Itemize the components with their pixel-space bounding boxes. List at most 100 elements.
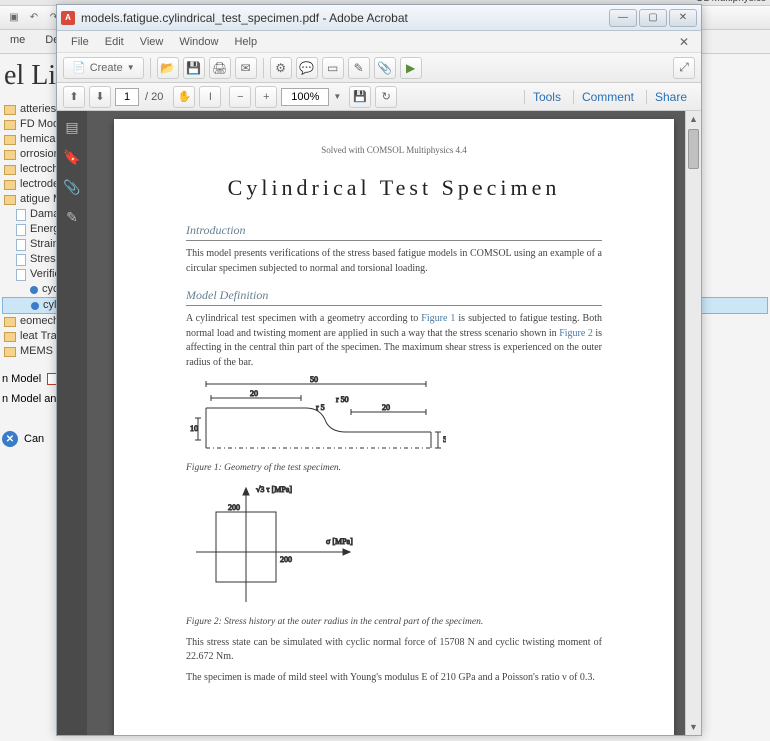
figure2-caption: Figure 2: Stress history at the outer ra… bbox=[186, 616, 602, 630]
menu-window[interactable]: Window bbox=[171, 34, 226, 50]
svg-text:20: 20 bbox=[250, 389, 258, 398]
attach-icon[interactable]: 📎 bbox=[374, 57, 396, 79]
doc-icon bbox=[16, 209, 26, 221]
figure1-caption: Figure 1: Geometry of the test specimen. bbox=[186, 462, 602, 476]
svg-text:10: 10 bbox=[190, 424, 198, 433]
stamp-icon[interactable]: ▭ bbox=[322, 57, 344, 79]
comment-icon[interactable]: 💬 bbox=[296, 57, 318, 79]
text: A cylindrical test specimen with a geome… bbox=[186, 313, 421, 324]
dropdown-icon: ▼ bbox=[127, 63, 135, 72]
folder-icon bbox=[4, 180, 16, 190]
doc-header-note: Solved with COMSOL Multiphysics 4.4 bbox=[186, 145, 602, 155]
folder-icon bbox=[4, 120, 16, 130]
create-pdf-icon: 📄 bbox=[72, 61, 86, 74]
signatures-icon[interactable]: ✎ bbox=[62, 207, 82, 227]
separator bbox=[150, 58, 151, 78]
thumbnails-icon[interactable]: ▤ bbox=[62, 117, 82, 137]
zoom-dropdown-icon[interactable]: ▼ bbox=[333, 92, 341, 101]
scroll-down-icon[interactable]: ▼ bbox=[686, 719, 701, 735]
folder-icon bbox=[4, 150, 16, 160]
maximize-button[interactable]: ▢ bbox=[639, 9, 667, 27]
acrobat-titlebar: A models.fatigue.cylindrical_test_specim… bbox=[57, 5, 701, 31]
tools-panel-button[interactable]: Tools bbox=[524, 90, 569, 104]
create-button[interactable]: 📄 Create ▼ bbox=[63, 57, 144, 79]
figure1-link[interactable]: Figure 1 bbox=[421, 313, 455, 324]
hand-tool-icon[interactable]: ✋ bbox=[173, 86, 195, 108]
folder-icon bbox=[4, 317, 16, 327]
folder-icon bbox=[4, 347, 16, 357]
page-number-input[interactable] bbox=[115, 88, 139, 106]
select-tool-icon[interactable]: I bbox=[199, 86, 221, 108]
gear-icon[interactable]: ⚙ bbox=[270, 57, 292, 79]
folder-icon bbox=[4, 195, 16, 205]
svg-text:r 50: r 50 bbox=[336, 395, 349, 404]
zoom-out-icon[interactable]: − bbox=[229, 86, 251, 108]
figure2-stress-diagram: √3 τ [MPa] σ [MPa] 200 200 bbox=[186, 482, 386, 612]
cancel-label: Can bbox=[24, 433, 44, 445]
acrobat-menubar: File Edit View Window Help ✕ bbox=[57, 31, 701, 53]
zoom-input[interactable] bbox=[281, 88, 329, 106]
doc-icon bbox=[16, 254, 26, 266]
attachments-icon[interactable]: 📎 bbox=[62, 177, 82, 197]
paragraph-definition: A cylindrical test specimen with a geome… bbox=[186, 312, 602, 370]
folder-icon bbox=[4, 135, 16, 145]
pdf-page: Solved with COMSOL Multiphysics 4.4 Cyli… bbox=[114, 119, 674, 735]
scrollbar-thumb[interactable] bbox=[688, 129, 699, 169]
figure1-geometry-diagram: 50 20 20 r 5 r 50 10 bbox=[186, 376, 446, 458]
document-close-icon[interactable]: ✕ bbox=[673, 35, 695, 49]
scroll-up-icon[interactable]: ▲ bbox=[686, 111, 701, 127]
comment-panel-button[interactable]: Comment bbox=[573, 90, 642, 104]
folder-icon bbox=[4, 105, 16, 115]
paragraph-intro: This model presents verifications of the… bbox=[186, 247, 602, 276]
doc-icon bbox=[16, 239, 26, 251]
minimize-button[interactable]: — bbox=[609, 9, 637, 27]
separator bbox=[263, 58, 264, 78]
bookmarks-icon[interactable]: 🔖 bbox=[62, 147, 82, 167]
acrobat-navpane: ▤ 🔖 📎 ✎ bbox=[57, 111, 87, 735]
open-icon[interactable]: 📂 bbox=[157, 57, 179, 79]
menu-file[interactable]: File bbox=[63, 34, 97, 50]
page-up-icon[interactable]: ⬆ bbox=[63, 86, 85, 108]
print-icon[interactable]: 🖨 bbox=[209, 57, 231, 79]
svg-text:200: 200 bbox=[280, 555, 292, 564]
save-local-icon[interactable]: 💾 bbox=[349, 86, 371, 108]
svg-text:50: 50 bbox=[310, 376, 318, 384]
heading-model-definition: Model Definition bbox=[186, 288, 602, 306]
rotate-icon[interactable]: ↻ bbox=[375, 86, 397, 108]
bg-title-fragment: OL Multiphysics bbox=[696, 0, 766, 2]
create-label: Create bbox=[90, 62, 123, 74]
page-down-icon[interactable]: ⬇ bbox=[89, 86, 111, 108]
figure2-link[interactable]: Figure 2 bbox=[559, 328, 593, 339]
menu-edit[interactable]: Edit bbox=[97, 34, 132, 50]
expand-toolbar-icon[interactable]: ⤢ bbox=[673, 57, 695, 79]
document-viewport[interactable]: Solved with COMSOL Multiphysics 4.4 Cyli… bbox=[87, 111, 701, 735]
save-icon[interactable]: ▣ bbox=[6, 10, 22, 26]
svg-text:200: 200 bbox=[228, 503, 240, 512]
close-button[interactable]: ✕ bbox=[669, 9, 697, 27]
paragraph-stress: This stress state can be simulated with … bbox=[186, 636, 602, 665]
bluedot-icon bbox=[31, 302, 39, 310]
heading-introduction: Introduction bbox=[186, 223, 602, 241]
acrobat-title-text: models.fatigue.cylindrical_test_specimen… bbox=[75, 11, 607, 25]
share-panel-button[interactable]: Share bbox=[646, 90, 695, 104]
svg-text:20: 20 bbox=[382, 403, 390, 412]
bluedot-icon bbox=[30, 286, 38, 294]
doc-icon bbox=[16, 269, 26, 281]
acrobat-toolbar-nav: ⬆ ⬇ / 20 ✋ I − + ▼ 💾 ↻ Tools Comment Sha… bbox=[57, 83, 701, 111]
save-icon[interactable]: 💾 bbox=[183, 57, 205, 79]
open-model-and-label: n Model and bbox=[2, 393, 63, 405]
menu-help[interactable]: Help bbox=[226, 34, 265, 50]
cancel-icon: ✕ bbox=[2, 431, 18, 447]
undo-icon[interactable]: ↶ bbox=[26, 10, 42, 26]
doc-icon bbox=[16, 224, 26, 236]
open-model-label: n Model bbox=[2, 373, 41, 385]
ribbon-tab-home[interactable]: me bbox=[0, 30, 35, 53]
zoom-in-icon[interactable]: + bbox=[255, 86, 277, 108]
sign-icon[interactable]: ✎ bbox=[348, 57, 370, 79]
doc-title: Cylindrical Test Specimen bbox=[186, 175, 602, 201]
multimedia-icon[interactable]: ▶ bbox=[400, 57, 422, 79]
vertical-scrollbar[interactable]: ▲ ▼ bbox=[685, 111, 701, 735]
menu-view[interactable]: View bbox=[132, 34, 172, 50]
folder-icon bbox=[4, 332, 16, 342]
email-icon[interactable]: ✉ bbox=[235, 57, 257, 79]
